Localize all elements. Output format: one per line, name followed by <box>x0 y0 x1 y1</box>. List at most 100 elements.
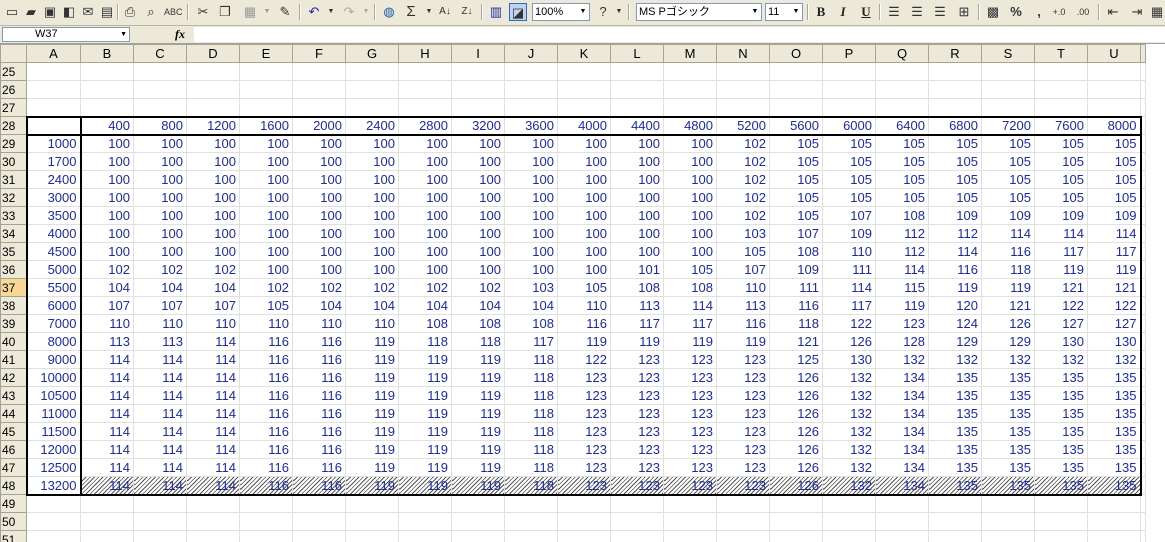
cell[interactable] <box>875 62 929 81</box>
column-header-t[interactable]: T <box>1034 44 1088 63</box>
cell[interactable] <box>822 62 876 81</box>
cell[interactable]: 118 <box>504 404 558 423</box>
cell[interactable] <box>716 530 770 542</box>
cell[interactable]: 100 <box>398 170 452 189</box>
row-header[interactable]: 35 <box>0 242 27 261</box>
cell[interactable]: 118 <box>504 476 558 496</box>
cell[interactable]: 114 <box>133 368 187 387</box>
cell[interactable] <box>610 494 664 513</box>
cell[interactable] <box>716 62 770 81</box>
cell[interactable]: 123 <box>557 440 611 459</box>
cell[interactable]: 100 <box>557 206 611 225</box>
cell[interactable] <box>239 80 293 99</box>
cell[interactable]: 110 <box>292 314 346 333</box>
print-preview-icon[interactable]: ⌕ <box>142 3 160 21</box>
cell[interactable]: 119 <box>345 350 399 369</box>
cell[interactable]: 105 <box>928 134 982 153</box>
cell[interactable]: 100 <box>345 260 399 279</box>
underline-button[interactable]: U <box>857 3 875 21</box>
cell[interactable]: 114 <box>186 386 240 405</box>
cell[interactable]: 100 <box>398 188 452 207</box>
cell[interactable] <box>80 62 134 81</box>
cell[interactable]: 100 <box>292 170 346 189</box>
cell[interactable] <box>875 530 929 542</box>
cell[interactable]: 135 <box>1034 368 1088 387</box>
cell[interactable]: 105 <box>928 188 982 207</box>
cell[interactable]: 117 <box>1087 242 1142 261</box>
cell[interactable] <box>345 494 399 513</box>
cell[interactable]: 114 <box>133 422 187 441</box>
cell[interactable]: 114 <box>80 440 134 459</box>
cell[interactable]: 100 <box>504 152 558 171</box>
cell[interactable] <box>1140 296 1146 315</box>
row-header[interactable]: 33 <box>0 206 27 225</box>
column-header-partial[interactable] <box>1140 44 1146 63</box>
cell[interactable]: 100 <box>133 206 187 225</box>
cell[interactable]: 130 <box>822 350 876 369</box>
cell[interactable] <box>981 494 1035 513</box>
cell[interactable]: 117 <box>822 296 876 315</box>
cell[interactable]: 135 <box>1087 440 1142 459</box>
cell[interactable]: 126 <box>769 476 823 496</box>
cell[interactable]: 126 <box>769 368 823 387</box>
cell[interactable]: 100 <box>504 134 558 153</box>
cell[interactable]: 114 <box>133 350 187 369</box>
cell[interactable]: 114 <box>186 404 240 423</box>
cell[interactable]: 100 <box>80 188 134 207</box>
cell[interactable]: 100 <box>451 134 505 153</box>
align-right-icon[interactable]: ☰ <box>931 3 949 21</box>
cell[interactable]: 102 <box>239 278 293 297</box>
row-value-cell[interactable]: 2400 <box>25 170 82 189</box>
cell[interactable]: 132 <box>822 440 876 459</box>
row-header[interactable]: 50 <box>0 512 27 531</box>
cell[interactable] <box>398 98 452 117</box>
cell[interactable]: 100 <box>398 152 452 171</box>
cell[interactable] <box>1140 278 1146 297</box>
cell[interactable]: 123 <box>557 458 611 477</box>
cell[interactable]: 109 <box>1034 206 1088 225</box>
column-value-cell[interactable]: 4000 <box>557 115 611 136</box>
column-header-q[interactable]: Q <box>875 44 929 63</box>
cell[interactable]: 100 <box>239 188 293 207</box>
cell[interactable]: 105 <box>822 152 876 171</box>
cell[interactable] <box>80 530 134 542</box>
cell[interactable] <box>451 62 505 81</box>
cell[interactable]: 110 <box>133 314 187 333</box>
cell[interactable]: 100 <box>451 242 505 261</box>
cell[interactable] <box>1087 530 1141 542</box>
cell[interactable]: 126 <box>769 422 823 441</box>
row-header[interactable]: 48 <box>0 476 27 495</box>
cell[interactable] <box>451 80 505 99</box>
cell[interactable] <box>1140 458 1146 477</box>
cell[interactable]: 100 <box>610 170 664 189</box>
cell[interactable]: 135 <box>981 476 1035 496</box>
cell[interactable]: 105 <box>769 134 823 153</box>
column-value-cell[interactable]: 4800 <box>663 115 717 136</box>
cell[interactable]: 118 <box>504 386 558 405</box>
cell[interactable] <box>610 62 664 81</box>
row-value-cell[interactable]: 3000 <box>25 188 82 207</box>
cell[interactable]: 135 <box>981 386 1035 405</box>
chevron-down-icon[interactable]: ▼ <box>120 28 127 41</box>
cell[interactable]: 134 <box>875 458 929 477</box>
cell[interactable]: 114 <box>80 404 134 423</box>
format-painter-icon[interactable]: ✎ <box>276 3 294 21</box>
cell[interactable]: 135 <box>1034 386 1088 405</box>
row-value-cell[interactable]: 1700 <box>25 152 82 171</box>
cell[interactable]: 100 <box>504 224 558 243</box>
cell[interactable]: 105 <box>928 152 982 171</box>
comma-style-button[interactable]: , <box>1030 3 1048 21</box>
cell[interactable] <box>716 512 770 531</box>
new-file-icon[interactable]: ▭ <box>3 3 21 21</box>
cell[interactable]: 102 <box>80 260 134 279</box>
cell[interactable] <box>1087 98 1141 117</box>
cell[interactable]: 105 <box>822 188 876 207</box>
cell[interactable]: 100 <box>398 242 452 261</box>
align-left-icon[interactable]: ☰ <box>885 3 903 21</box>
column-value-cell[interactable]: 1200 <box>186 115 240 136</box>
row-header[interactable]: 41 <box>0 350 27 369</box>
cell[interactable]: 114 <box>80 368 134 387</box>
cell[interactable]: 126 <box>769 404 823 423</box>
merge-center-icon[interactable]: ⊞ <box>955 3 973 21</box>
cell[interactable] <box>875 494 929 513</box>
